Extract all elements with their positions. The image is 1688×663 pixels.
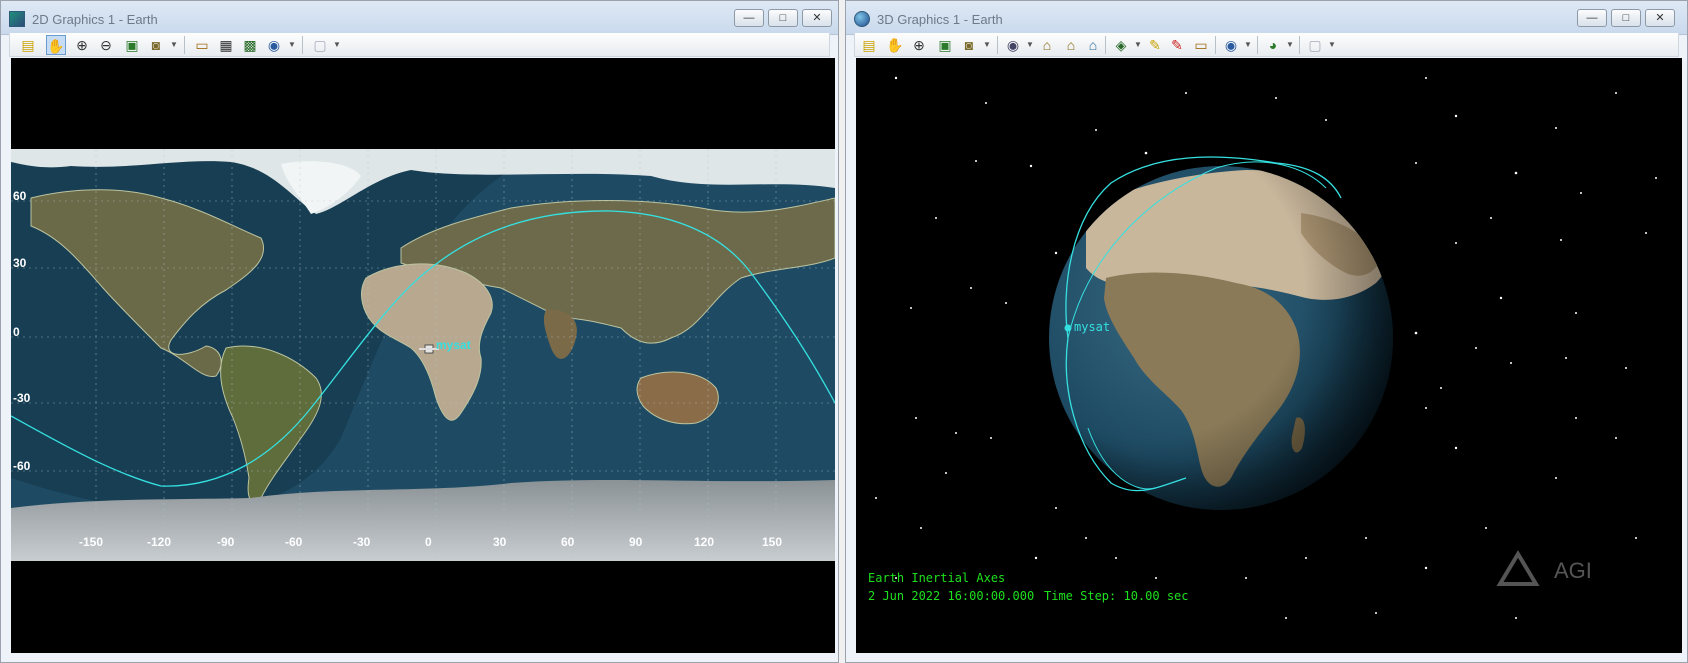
pan-hand-icon[interactable]: ✋ [46,35,66,55]
minimize-button[interactable]: — [734,9,764,27]
zoom-in-icon[interactable]: ⊕ [909,35,929,55]
lon-label: 60 [561,535,575,549]
dropdown-arrow-icon[interactable]: ▼ [287,35,297,55]
lat-label: 0 [13,325,20,339]
distance-icon[interactable]: ▭ [1191,35,1211,55]
app-3d-icon [854,11,870,27]
pen-yellow-icon[interactable]: ✎ [1145,35,1165,55]
properties-icon[interactable]: ▤ [18,35,38,55]
dropdown-arrow-icon[interactable]: ▼ [1327,35,1337,55]
globe-icon[interactable]: ◉ [264,35,284,55]
maximize-button[interactable]: □ [768,9,798,27]
orient-top-icon[interactable]: ⌂ [1083,35,1103,55]
lon-label: -150 [79,535,104,549]
dropdown-arrow-icon[interactable]: ▼ [1243,35,1253,55]
minimize-button[interactable]: — [1577,9,1607,27]
grid-icon[interactable]: ▩ [240,35,260,55]
map-view-icon[interactable]: ▣ [122,35,142,55]
lon-label: -60 [285,535,303,549]
toolbar-separator [302,36,303,54]
dropdown-arrow-icon[interactable]: ▼ [332,35,342,55]
toolbar-3d: ▤ ✋ ⊕ ▣ ◙ ▼ ◉ ▼ ⌂ ⌂ ⌂ ◈ ▼ ✎ ✎ ▭ ◉ ▼ ◕ ▼ … [854,33,1679,57]
aspect-ratio-icon[interactable]: ▦ [216,35,236,55]
window-3d-graphics: 3D Graphics 1 - Earth — □ ✕ ▤ ✋ ⊕ ▣ ◙ ▼ … [845,0,1688,663]
toolbar-separator [1105,36,1106,54]
toolbar-separator [1299,36,1300,54]
window-title-2d: 2D Graphics 1 - Earth [32,12,158,27]
lon-label: 150 [762,535,783,549]
window-2d-graphics: 2D Graphics 1 - Earth — □ ✕ ▤ ✋ ⊕ ⊖ ▣ ◙ … [0,0,839,663]
zoom-in-icon[interactable]: ⊕ [72,35,92,55]
map-2d-viewport[interactable]: 60 30 0 -30 -60 -150 -120 -90 -60 -30 0 … [11,58,835,653]
lon-label: -30 [353,535,371,549]
properties-icon[interactable]: ▤ [859,35,879,55]
dropdown-arrow-icon[interactable]: ▼ [169,35,179,55]
toolbar-separator [997,36,998,54]
lon-label: -90 [217,535,235,549]
earth-globe-icon[interactable]: ◕ [1263,35,1283,55]
close-button[interactable]: ✕ [1645,9,1675,27]
close-button[interactable]: ✕ [802,9,832,27]
pan-hand-icon[interactable]: ✋ [885,35,905,55]
toolbar-separator [184,36,185,54]
agi-logo-icon [1496,550,1540,586]
app-2d-icon [9,11,25,27]
dropdown-arrow-icon[interactable]: ▼ [982,35,992,55]
window-options-icon[interactable]: ▢ [310,35,330,55]
satellite-label: mysat [1074,320,1111,334]
dropdown-arrow-icon[interactable]: ▼ [1285,35,1295,55]
toolbar-separator [1257,36,1258,54]
lat-label: -60 [13,459,31,473]
view-from-icon[interactable]: ◉ [1003,35,1023,55]
globe-icon[interactable]: ◉ [1221,35,1241,55]
lon-label: 30 [493,535,507,549]
lon-label: -120 [147,535,172,549]
dropdown-arrow-icon[interactable]: ▼ [1133,35,1143,55]
maximize-button[interactable]: □ [1611,9,1641,27]
zoom-out-icon[interactable]: ⊖ [96,35,116,55]
lon-label: 0 [425,535,432,549]
snapshot-icon[interactable]: ◙ [959,35,979,55]
titlebar-3d[interactable]: 3D Graphics 1 - Earth — □ ✕ [846,1,1687,35]
window-options-icon[interactable]: ▢ [1305,35,1325,55]
lat-label: 30 [13,256,27,270]
view-objects-icon[interactable]: ◈ [1111,35,1131,55]
orient-north-icon[interactable]: ⌂ [1061,35,1081,55]
snapshot-icon[interactable]: ◙ [146,35,166,55]
dropdown-arrow-icon[interactable]: ▼ [1025,35,1035,55]
window-title-3d: 3D Graphics 1 - Earth [877,12,1003,27]
lat-label: 60 [13,189,27,203]
globe-3d-viewport[interactable]: mysat AGI Earth Inertial Axes 2 Jun 2022… [856,58,1682,653]
home-view-icon[interactable]: ⌂ [1037,35,1057,55]
date-label: 2 Jun 2022 16:00:00.000 [868,589,1035,603]
lat-label: -30 [13,391,31,405]
pen-red-icon[interactable]: ✎ [1167,35,1187,55]
watermark-text: AGI [1554,558,1592,583]
axes-label: Earth Inertial Axes [868,571,1006,585]
satellite-label: mysat [436,338,471,352]
distance-icon[interactable]: ▭ [192,35,212,55]
world-map-2d [11,149,835,561]
lon-label: 120 [694,535,715,549]
lon-label: 90 [629,535,643,549]
toolbar-2d: ▤ ✋ ⊕ ⊖ ▣ ◙ ▼ ▭ ▦ ▩ ◉ ▼ ▢ ▼ [9,33,830,57]
globe-shading [1049,166,1393,510]
titlebar-2d[interactable]: 2D Graphics 1 - Earth — □ ✕ [1,1,838,35]
map-view-icon[interactable]: ▣ [935,35,955,55]
timestep-label: Time Step: 10.00 sec [1044,589,1189,603]
toolbar-separator [1215,36,1216,54]
satellite-marker-icon[interactable] [1064,324,1072,332]
